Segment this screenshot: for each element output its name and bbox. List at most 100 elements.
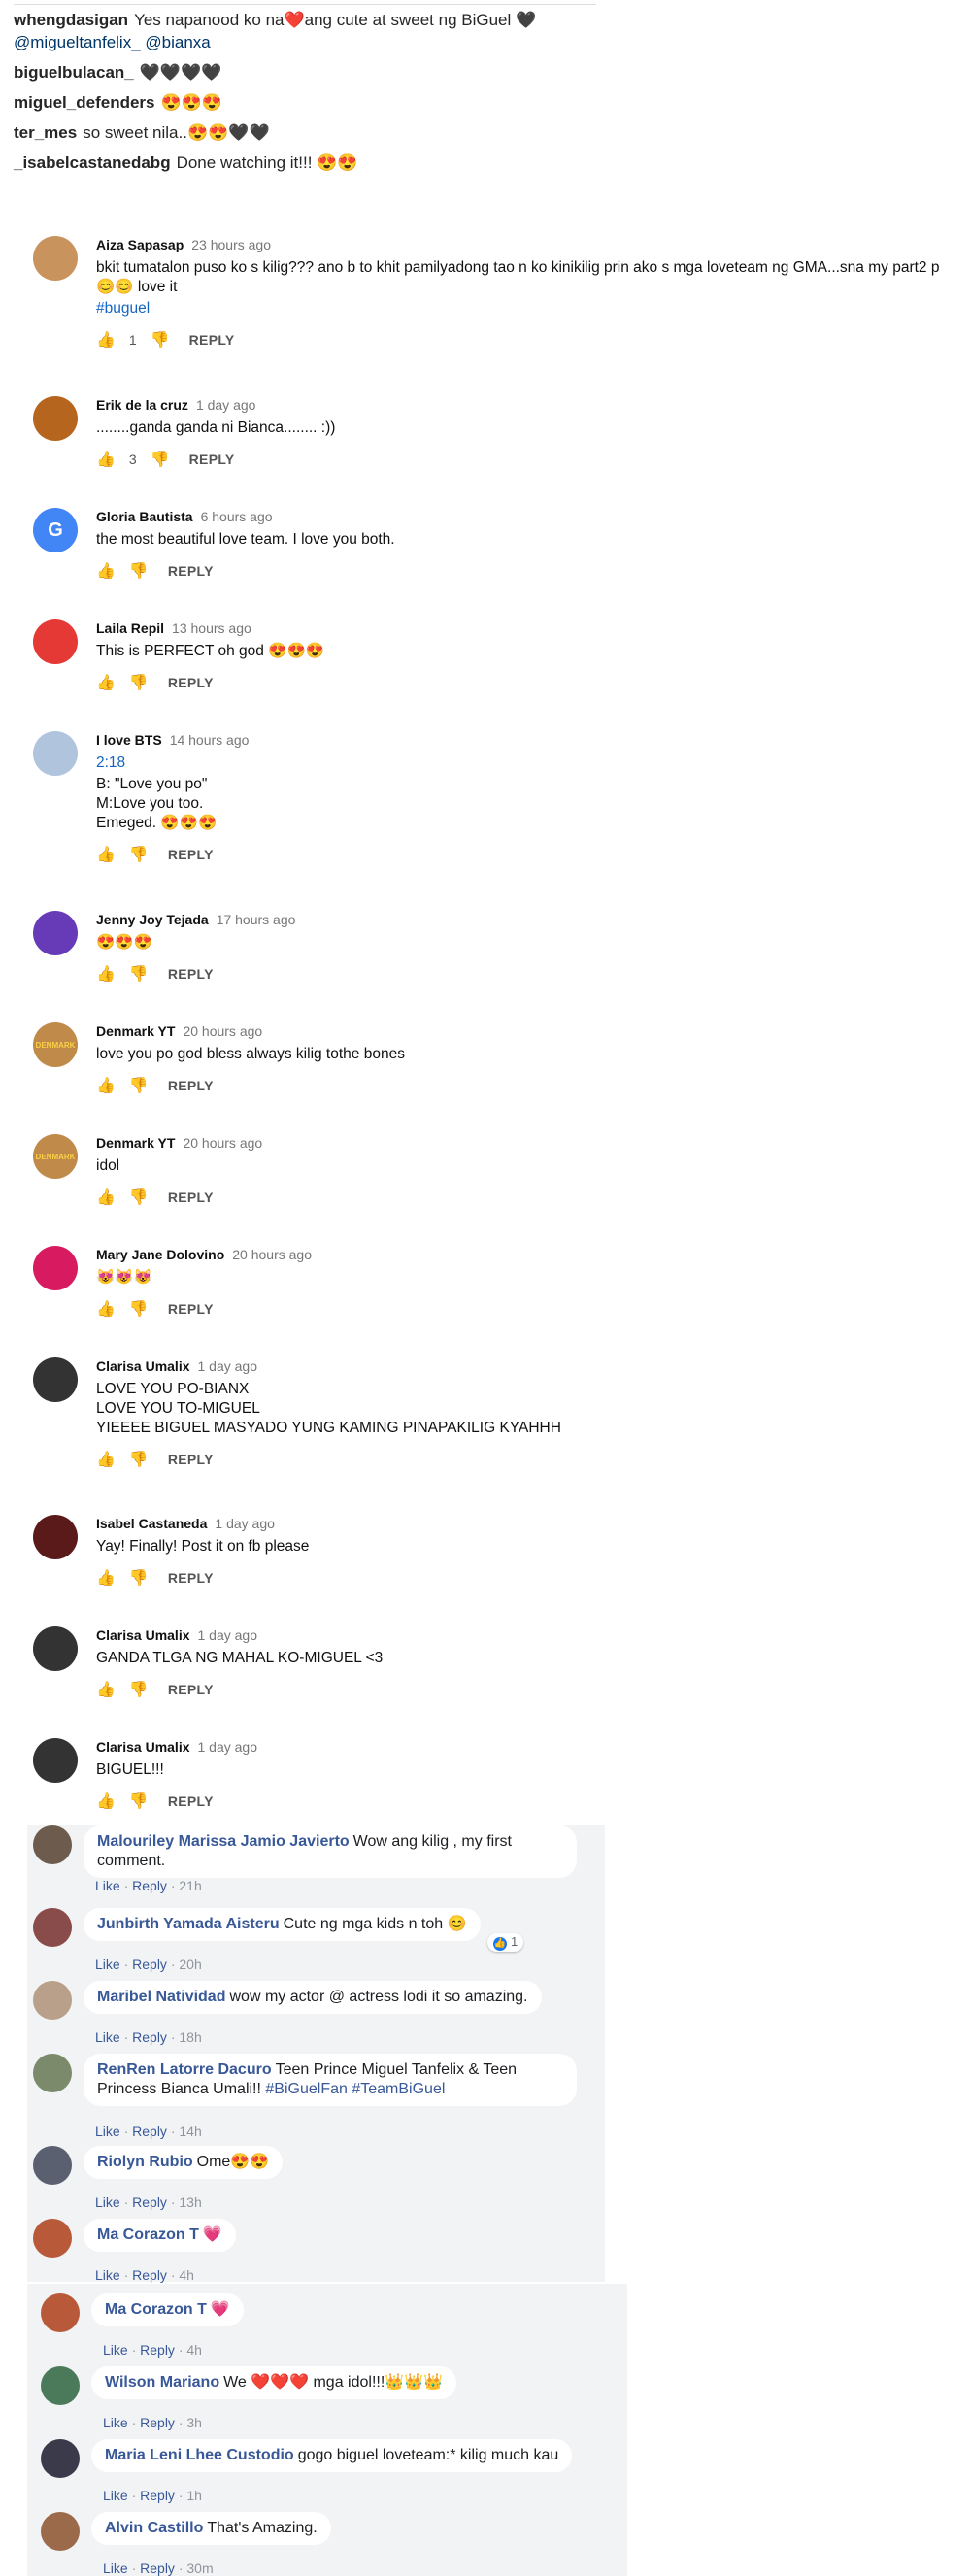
reply-link[interactable]: Reply <box>140 2415 175 2430</box>
comment-timestamp[interactable]: 20 hours ago <box>183 1023 262 1039</box>
reply-button[interactable]: REPLY <box>168 1078 214 1093</box>
author-name[interactable]: Erik de la cruz <box>96 397 188 413</box>
comment-timestamp[interactable]: 1h <box>186 2488 202 2503</box>
author-name[interactable]: Aiza Sapasap <box>96 237 184 252</box>
reaction-count[interactable]: 👍 1 <box>487 1933 524 1952</box>
reply-button[interactable]: REPLY <box>168 1189 214 1205</box>
reply-link[interactable]: Reply <box>132 1957 167 1972</box>
reply-link[interactable]: Reply <box>132 2194 167 2210</box>
reply-link[interactable]: Reply <box>132 2124 167 2139</box>
author-name[interactable]: Wilson Mariano <box>105 2374 219 2391</box>
avatar[interactable] <box>33 1825 72 1864</box>
thumbs-down-icon[interactable]: 👎 <box>129 1450 149 1469</box>
thumbs-up-icon[interactable]: 👍 <box>96 1791 116 1811</box>
ig-username[interactable]: whengdasigan <box>14 11 128 29</box>
avatar[interactable]: DENMARK <box>33 1134 78 1179</box>
like-link[interactable]: Like <box>103 2415 128 2430</box>
thumbs-up-icon[interactable]: 👍 <box>96 330 116 350</box>
reply-button[interactable]: REPLY <box>168 1793 214 1809</box>
reply-button[interactable]: REPLY <box>168 966 214 982</box>
author-name[interactable]: Riolyn Rubio <box>97 2154 193 2170</box>
thumbs-down-icon[interactable]: 👎 <box>151 450 170 469</box>
thumbs-up-icon[interactable]: 👍 <box>96 673 116 692</box>
author-name[interactable]: Jenny Joy Tejada <box>96 912 209 927</box>
ig-mentions[interactable]: @migueltanfelix_ @bianxa <box>14 33 211 51</box>
author-name[interactable]: Denmark YT <box>96 1023 175 1039</box>
reply-button[interactable]: REPLY <box>189 332 235 348</box>
thumbs-down-icon[interactable]: 👎 <box>129 845 149 864</box>
thumbs-up-icon[interactable]: 👍 <box>96 1188 116 1207</box>
author-name[interactable]: Alvin Castillo <box>105 2520 203 2536</box>
thumbs-down-icon[interactable]: 👎 <box>129 1299 149 1319</box>
avatar[interactable]: DENMARK <box>33 1022 78 1067</box>
avatar[interactable] <box>33 236 78 281</box>
avatar[interactable]: G <box>33 508 78 552</box>
thumbs-up-icon[interactable]: 👍 <box>96 1076 116 1095</box>
avatar[interactable] <box>33 1981 72 2020</box>
ig-username[interactable]: _isabelcastanedabg <box>14 153 171 172</box>
avatar[interactable] <box>41 2366 80 2405</box>
comment-timestamp[interactable]: 17 hours ago <box>217 912 296 927</box>
reply-link[interactable]: Reply <box>140 2342 175 2358</box>
author-name[interactable]: I love BTS <box>96 732 162 748</box>
thumbs-down-icon[interactable]: 👎 <box>129 1188 149 1207</box>
comment-timestamp[interactable]: 1 day ago <box>198 1358 258 1374</box>
comment-timestamp[interactable]: 13 hours ago <box>172 620 251 636</box>
avatar[interactable] <box>41 2293 80 2332</box>
thumbs-down-icon[interactable]: 👎 <box>129 1076 149 1095</box>
author-name[interactable]: Mary Jane Dolovino <box>96 1247 224 1262</box>
comment-timestamp[interactable]: 20 hours ago <box>232 1247 312 1262</box>
thumbs-up-icon[interactable]: 👍 <box>96 1680 116 1699</box>
thumbs-down-icon[interactable]: 👎 <box>129 561 149 581</box>
like-link[interactable]: Like <box>103 2342 128 2358</box>
comment-timestamp[interactable]: 18h <box>179 2029 201 2045</box>
comment-timestamp[interactable]: 1 day ago <box>198 1627 258 1643</box>
avatar[interactable] <box>33 911 78 955</box>
comment-timestamp[interactable]: 14h <box>179 2124 201 2139</box>
comment-timestamp[interactable]: 30m <box>186 2560 213 2576</box>
comment-timestamp[interactable]: 20 hours ago <box>183 1135 262 1151</box>
avatar[interactable] <box>33 1357 78 1402</box>
thumbs-up-icon[interactable]: 👍 <box>96 450 116 469</box>
avatar[interactable] <box>33 619 78 664</box>
avatar[interactable] <box>33 1908 72 1947</box>
reply-link[interactable]: Reply <box>140 2560 175 2576</box>
author-name[interactable]: Maria Leni Lhee Custodio <box>105 2447 294 2463</box>
comment-timestamp[interactable]: 4h <box>179 2267 194 2283</box>
thumbs-up-icon[interactable]: 👍 <box>96 561 116 581</box>
author-name[interactable]: Maribel Natividad <box>97 1989 225 2005</box>
thumbs-up-icon[interactable]: 👍 <box>96 845 116 864</box>
like-link[interactable]: Like <box>95 1878 120 1893</box>
comment-timestamp[interactable]: 1 day ago <box>196 397 256 413</box>
comment-timestamp[interactable]: 4h <box>186 2342 202 2358</box>
reply-link[interactable]: Reply <box>132 2029 167 2045</box>
comment-timestamp[interactable]: 23 hours ago <box>191 237 271 252</box>
thumbs-down-icon[interactable]: 👎 <box>151 330 170 350</box>
comment-timestamp[interactable]: 1 day ago <box>215 1516 275 1531</box>
comment-timestamp[interactable]: 1 day ago <box>198 1739 258 1755</box>
hashtag-link[interactable]: #BiGuelFan #TeamBiGuel <box>265 2081 445 2097</box>
avatar[interactable] <box>33 1246 78 1290</box>
author-name[interactable]: Clarisa Umalix <box>96 1358 190 1374</box>
author-name[interactable]: Denmark YT <box>96 1135 175 1151</box>
like-link[interactable]: Like <box>95 1957 120 1972</box>
author-name[interactable]: Clarisa Umalix <box>96 1627 190 1643</box>
avatar[interactable] <box>41 2439 80 2478</box>
reply-button[interactable]: REPLY <box>189 452 235 467</box>
timestamp-link[interactable]: 2:18 <box>96 753 941 773</box>
author-name[interactable]: RenRen Latorre Dacuro <box>97 2061 272 2078</box>
thumbs-up-icon[interactable]: 👍 <box>96 964 116 984</box>
reply-button[interactable]: REPLY <box>168 675 214 690</box>
author-name[interactable]: Gloria Bautista <box>96 509 193 524</box>
author-name[interactable]: Malouriley Marissa Jamio Javierto <box>97 1833 350 1850</box>
reply-button[interactable]: REPLY <box>168 1452 214 1467</box>
like-link[interactable]: Like <box>95 2029 120 2045</box>
thumbs-down-icon[interactable]: 👎 <box>129 673 149 692</box>
avatar[interactable] <box>33 1626 78 1671</box>
avatar[interactable] <box>33 2219 72 2258</box>
author-name[interactable]: Isabel Castaneda <box>96 1516 207 1531</box>
hashtag-link[interactable]: #buguel <box>96 299 941 318</box>
ig-username[interactable]: biguelbulacan_ <box>14 63 134 82</box>
ig-username[interactable]: miguel_defenders <box>14 93 155 112</box>
reply-link[interactable]: Reply <box>132 1878 167 1893</box>
